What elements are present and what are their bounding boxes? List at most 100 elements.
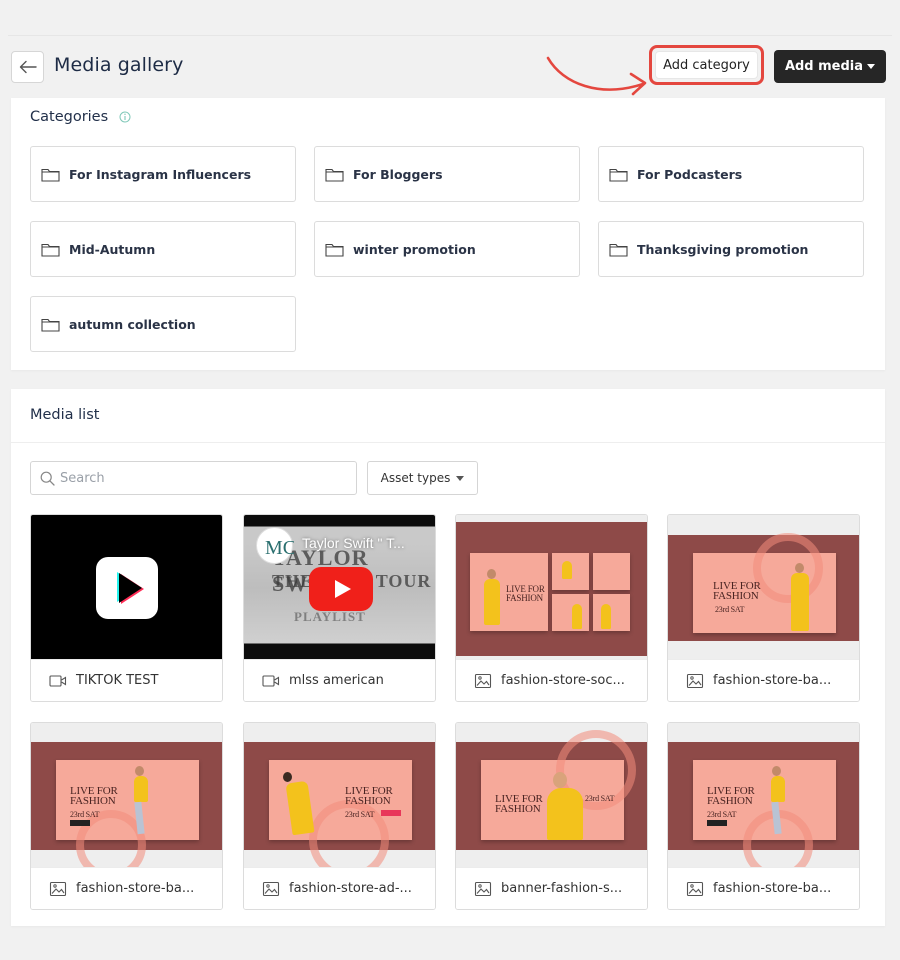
media-thumbnail: LIVE FOR FASHION 23rd SAT	[456, 723, 647, 869]
video-title: Taylor Swift " T...	[302, 535, 405, 551]
add-category-button[interactable]: Add category	[655, 51, 758, 79]
media-item-fashion-store-banner-2[interactable]: LIVE FOR FASHION 23rd SAT fashion-store-…	[30, 722, 223, 910]
annotation-arrow-icon	[546, 56, 647, 96]
media-name: mlss american	[289, 673, 384, 688]
media-thumbnail: LIVE FOR FASHION 23rd SAT	[668, 515, 859, 661]
image-icon	[686, 881, 704, 896]
media-caption: fashion-store-ba...	[668, 867, 859, 909]
search-field[interactable]	[30, 461, 357, 495]
category-label: Thanksgiving promotion	[637, 241, 809, 257]
category-thanksgiving-promotion[interactable]: Thanksgiving promotion	[598, 221, 864, 277]
folder-icon	[41, 243, 60, 257]
folder-icon	[325, 168, 344, 182]
tiktok-logo-icon	[96, 557, 158, 619]
thumb-text: 23rd SAT	[707, 810, 737, 819]
folder-icon	[325, 243, 344, 257]
media-thumbnail	[31, 515, 222, 661]
thumb-text: FASHION	[707, 795, 753, 807]
media-item-fashion-store-ad[interactable]: LIVE FOR FASHION 23rd SAT fashion-store-…	[243, 722, 436, 910]
search-icon	[40, 471, 55, 486]
add-media-label: Add media	[784, 59, 864, 74]
categories-panel: Categories For Instagram Influencers For…	[11, 98, 885, 370]
media-list-divider	[11, 442, 885, 443]
media-list-panel: Media list Asset types TIKTOK TEST	[11, 389, 885, 926]
media-thumbnail: LIVE FOR FASHION 23rd SAT	[244, 723, 435, 869]
media-thumbnail: TAYLOR SWIFT THE ERAS TOUR PLAYLIST MC T…	[244, 515, 435, 661]
media-caption: fashion-store-soc...	[456, 659, 647, 701]
category-for-bloggers[interactable]: For Bloggers	[314, 146, 580, 202]
thumb-banner: LIVE FOR FASHION 23rd SAT	[693, 533, 836, 633]
category-label: For Bloggers	[353, 166, 443, 182]
media-name: fashion-store-ba...	[713, 673, 832, 688]
category-for-podcasters[interactable]: For Podcasters	[598, 146, 864, 202]
media-name: fashion-store-ba...	[76, 881, 195, 896]
media-list-title: Media list	[30, 407, 100, 423]
thumb-text: FASHION	[506, 593, 543, 603]
info-icon[interactable]	[119, 111, 131, 123]
asset-types-label: Asset types	[380, 471, 451, 485]
media-name: fashion-store-ad-...	[289, 881, 412, 896]
back-button[interactable]	[11, 51, 44, 83]
category-label: winter promotion	[353, 241, 476, 257]
categories-title: Categories	[30, 109, 131, 125]
thumb-text: FASHION	[713, 590, 759, 602]
media-name: fashion-store-ba...	[713, 881, 832, 896]
image-icon	[262, 881, 280, 896]
folder-icon	[41, 318, 60, 332]
category-winter-promotion[interactable]: winter promotion	[314, 221, 580, 277]
video-icon	[49, 674, 67, 687]
media-item-fashion-store-banner-3[interactable]: LIVE FOR FASHION 23rd SAT fashion-store-…	[667, 722, 860, 910]
video-icon	[262, 674, 280, 687]
page-title: Media gallery	[54, 54, 184, 76]
media-name: banner-fashion-s...	[501, 881, 623, 896]
thumb-text: 23rd SAT	[345, 810, 375, 819]
folder-icon	[609, 168, 628, 182]
media-name: TIKTOK TEST	[76, 673, 159, 688]
folder-icon	[609, 243, 628, 257]
thumb-banner: LIVE FOR FASHION 23rd SAT	[693, 760, 836, 869]
caret-down-icon	[867, 64, 876, 69]
folder-icon	[41, 168, 60, 182]
media-item-tiktok-test[interactable]: TIKTOK TEST	[30, 514, 223, 702]
media-caption: fashion-store-ba...	[668, 659, 859, 701]
thumb-panel: LIVE FOR FASHION	[470, 553, 548, 631]
svg-text:MC: MC	[265, 537, 294, 559]
thumb-banner: LIVE FOR FASHION 23rd SAT	[56, 760, 199, 869]
media-caption: fashion-store-ba...	[31, 867, 222, 909]
thumb-text: FASHION	[70, 795, 116, 807]
media-thumbnail: LIVE FOR FASHION 23rd SAT	[31, 723, 222, 869]
asset-types-dropdown[interactable]: Asset types	[367, 461, 478, 495]
caret-down-icon	[456, 475, 465, 481]
thumb-text: 23rd SAT	[70, 810, 100, 819]
media-item-fashion-store-social[interactable]: LIVE FOR FASHION fashion-store-soc...	[455, 514, 648, 702]
category-for-instagram-influencers[interactable]: For Instagram Influencers	[30, 146, 296, 202]
category-label: For Instagram Influencers	[69, 166, 252, 182]
image-icon	[686, 673, 704, 688]
categories-title-text: Categories	[30, 109, 109, 125]
thumb-text: FASHION	[345, 795, 391, 807]
media-thumbnail: LIVE FOR FASHION	[456, 515, 647, 661]
search-input[interactable]	[60, 470, 340, 486]
media-item-fashion-store-banner[interactable]: LIVE FOR FASHION 23rd SAT fashion-store-…	[667, 514, 860, 702]
media-thumbnail: LIVE FOR FASHION 23rd SAT	[668, 723, 859, 869]
channel-avatar: MC	[256, 527, 296, 564]
thumb-text: 23rd SAT	[715, 605, 745, 614]
add-media-button[interactable]: Add media	[774, 50, 886, 83]
thumb-text: 23rd SAT	[585, 794, 615, 803]
media-caption: mlss american	[244, 659, 435, 701]
category-autumn-collection[interactable]: autumn collection	[30, 296, 296, 352]
image-icon	[474, 881, 492, 896]
thumb-banner: LIVE FOR FASHION 23rd SAT	[269, 760, 412, 869]
media-item-miss-american[interactable]: TAYLOR SWIFT THE ERAS TOUR PLAYLIST MC T…	[243, 514, 436, 702]
media-item-banner-fashion[interactable]: LIVE FOR FASHION 23rd SAT banner-fashion…	[455, 722, 648, 910]
image-icon	[49, 881, 67, 896]
category-label: Mid-Autumn	[69, 241, 156, 257]
category-mid-autumn[interactable]: Mid-Autumn	[30, 221, 296, 277]
category-label: autumn collection	[69, 316, 196, 332]
youtube-play-icon	[309, 567, 373, 611]
media-caption: TIKTOK TEST	[31, 659, 222, 701]
thumb-banner: LIVE FOR FASHION 23rd SAT	[481, 730, 636, 840]
media-caption: banner-fashion-s...	[456, 867, 647, 909]
arrow-left-icon	[19, 60, 37, 74]
image-icon	[474, 673, 492, 688]
